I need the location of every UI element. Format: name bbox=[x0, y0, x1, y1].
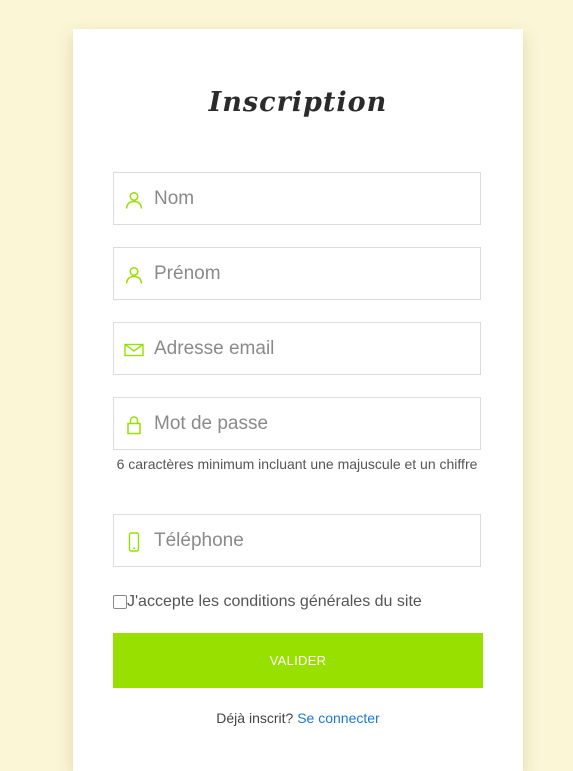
form-title: Inscription bbox=[208, 87, 388, 118]
telephone-field[interactable] bbox=[113, 514, 481, 567]
login-prompt-text: Déjà inscrit? bbox=[216, 710, 294, 726]
nom-input[interactable] bbox=[154, 173, 474, 224]
login-link[interactable]: Se connecter bbox=[297, 710, 380, 726]
user-icon bbox=[124, 265, 144, 285]
email-field[interactable] bbox=[113, 322, 481, 375]
terms-checkbox[interactable] bbox=[113, 595, 127, 609]
login-prompt-line: Déjà inscrit? Se connecter bbox=[113, 710, 483, 726]
email-input[interactable] bbox=[154, 323, 474, 374]
envelope-icon bbox=[124, 340, 144, 360]
terms-label[interactable]: J'accepte les conditions générales du si… bbox=[127, 593, 422, 611]
lock-icon bbox=[124, 415, 144, 435]
telephone-input[interactable] bbox=[154, 515, 474, 566]
phone-icon bbox=[124, 532, 144, 552]
password-hint: 6 caractères minimum incluant une majusc… bbox=[116, 456, 478, 472]
password-field[interactable] bbox=[113, 397, 481, 450]
nom-field[interactable] bbox=[113, 172, 481, 225]
password-input[interactable] bbox=[154, 398, 474, 449]
validate-button[interactable]: VALIDER bbox=[113, 633, 483, 688]
prenom-field[interactable] bbox=[113, 247, 481, 300]
user-icon bbox=[124, 190, 144, 210]
prenom-input[interactable] bbox=[154, 248, 474, 299]
terms-row[interactable]: J'accepte les conditions générales du si… bbox=[113, 592, 422, 612]
signup-card: Inscription Nom Prénom Adresse email 6 c… bbox=[73, 29, 523, 771]
